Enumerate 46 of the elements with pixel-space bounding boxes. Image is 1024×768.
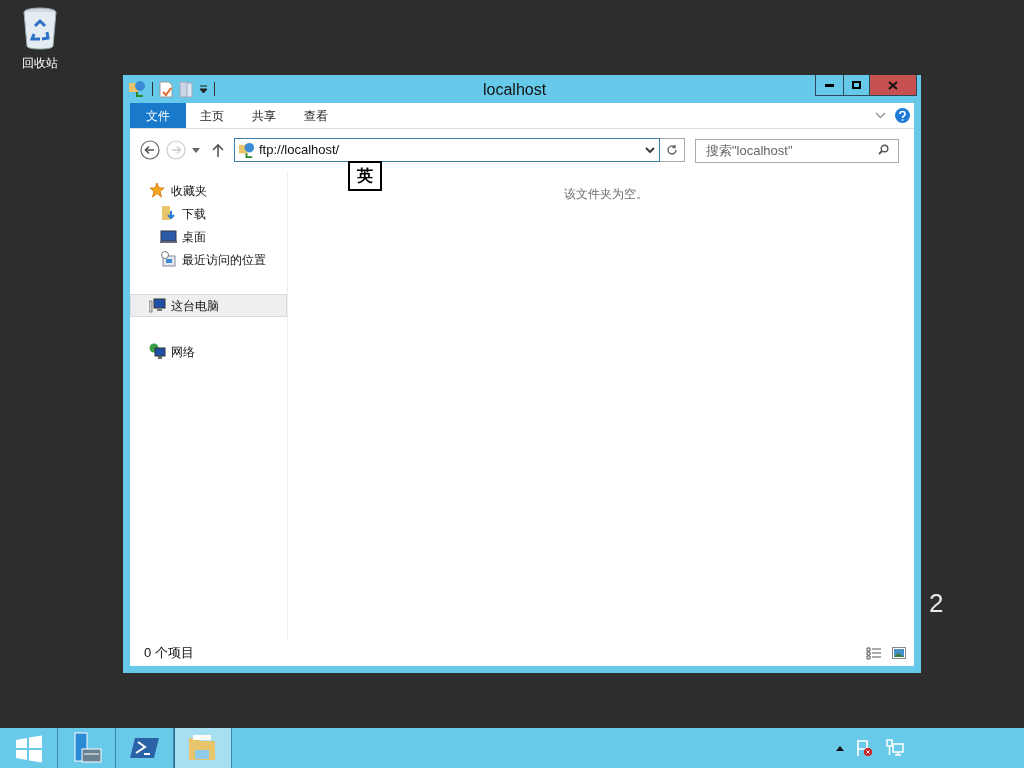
star-icon [149, 182, 166, 199]
navigation-item[interactable]: 这台电脑 [130, 294, 287, 317]
ribbon-tab[interactable]: 查看 [290, 103, 342, 128]
network-drive-icon[interactable] [128, 80, 146, 98]
navigation-item[interactable]: 网络 [130, 340, 287, 363]
properties-icon[interactable] [159, 80, 173, 98]
chevron-down-icon[interactable] [645, 146, 655, 154]
search-icon[interactable] [878, 144, 889, 155]
large-icons-view-icon[interactable] [892, 647, 906, 659]
recycle-bin-icon[interactable] [22, 6, 58, 50]
navigation-item[interactable]: 桌面 [130, 225, 287, 248]
help-icon[interactable] [895, 108, 910, 123]
search-field[interactable]: 搜索"localhost" [695, 138, 899, 163]
show-hidden-icons-icon[interactable] [836, 745, 844, 751]
monitor-icon [160, 228, 177, 245]
network-globe-icon [149, 343, 166, 360]
empty-folder-message: 该文件夹为空。 [564, 186, 648, 201]
navigation-item[interactable]: 下载 [130, 202, 287, 225]
download-folder-icon [160, 205, 177, 222]
address-text: ftp://localhost/ [259, 141, 341, 160]
refresh-button[interactable] [660, 138, 685, 162]
close-button[interactable] [870, 75, 916, 95]
ime-indicator: 英 [348, 161, 382, 191]
back-icon[interactable] [140, 140, 160, 160]
recent-dropdown-icon[interactable] [192, 147, 200, 153]
network-drive-icon [238, 141, 255, 159]
navigation-item[interactable]: 收藏夹 [130, 179, 287, 202]
flag-error-icon[interactable] [856, 739, 874, 757]
file-menu-button[interactable]: 文件 [130, 103, 186, 128]
dropdown-icon[interactable] [199, 84, 208, 94]
taskbar-button[interactable] [174, 728, 232, 768]
address-field[interactable]: ftp://localhost/ [234, 138, 660, 162]
up-arrow-icon[interactable] [212, 143, 224, 157]
ribbon-tab[interactable]: 共享 [238, 103, 290, 128]
refresh-icon [666, 144, 678, 156]
desktop-icon-label[interactable]: 回收站 [22, 54, 58, 72]
details-view-icon[interactable] [866, 646, 882, 660]
close-icon [888, 80, 898, 90]
computer-icon [149, 297, 166, 314]
ribbon-tab[interactable]: 主页 [186, 103, 238, 128]
item-count: 0 个项目 [144, 644, 194, 663]
edition-text: 2 [929, 587, 944, 620]
navigation-item[interactable]: 最近访问的位置 [130, 248, 287, 271]
window-title: localhost [483, 80, 547, 100]
expand-ribbon-icon[interactable] [875, 112, 886, 119]
clock-document-icon [160, 251, 177, 268]
